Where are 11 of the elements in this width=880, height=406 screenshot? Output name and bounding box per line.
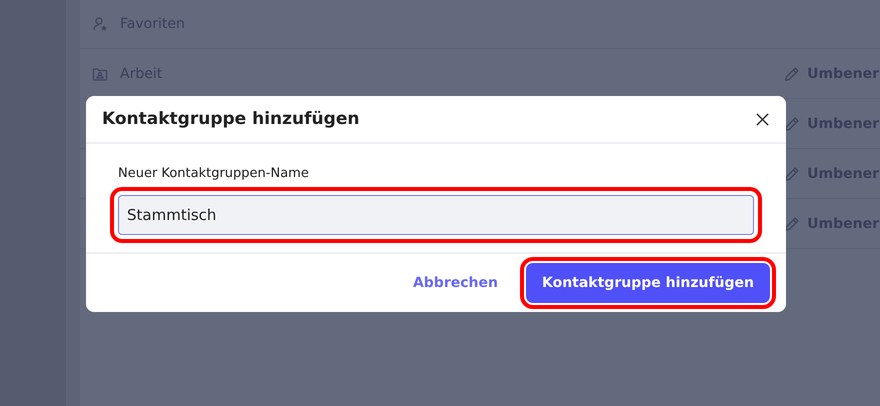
field-label: Neuer Kontaktgruppen-Name — [118, 166, 310, 181]
pencil-icon — [783, 164, 802, 182]
person-star-icon — [92, 16, 108, 32]
close-icon[interactable] — [755, 112, 770, 126]
add-group-button[interactable]: Kontaktgruppe hinzufügen — [526, 263, 770, 303]
folder-icon — [92, 66, 108, 82]
pencil-icon — [783, 64, 802, 82]
pencil-icon — [783, 114, 802, 132]
cancel-button[interactable]: Abbrechen — [406, 267, 504, 299]
pencil-icon — [783, 214, 802, 232]
dialog-title: Kontaktgruppe hinzufügen — [102, 109, 360, 129]
